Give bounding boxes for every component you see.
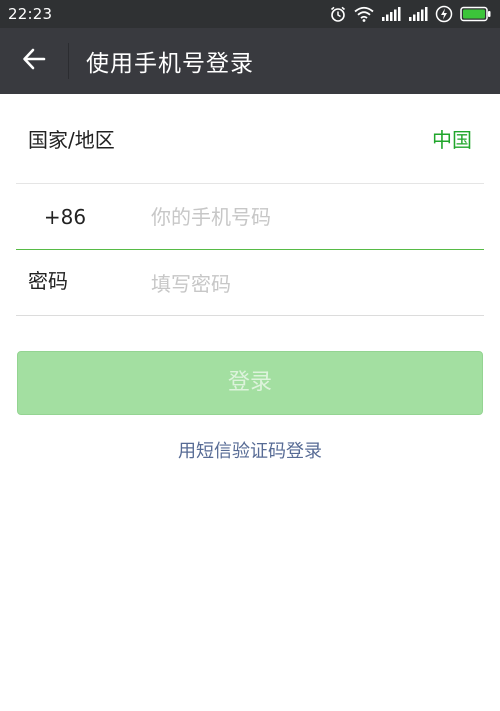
wifi-icon [354, 6, 374, 22]
status-icons [329, 5, 492, 23]
country-label: 国家/地区 [28, 128, 115, 152]
status-bar: 22:23 [0, 0, 500, 28]
status-time: 22:23 [8, 5, 53, 23]
phone-country-code: +86 [43, 204, 87, 229]
back-button[interactable] [0, 28, 68, 94]
password-label: 密码 [28, 269, 68, 293]
arrow-left-icon [21, 46, 47, 76]
sms-login-link[interactable]: 用短信验证码登录 [0, 437, 500, 463]
signal-icon [408, 7, 428, 21]
page-title: 使用手机号登录 [86, 51, 254, 77]
country-region-row[interactable]: 国家/地区 中国 [16, 94, 484, 184]
alarm-icon [329, 5, 347, 23]
charging-icon [435, 5, 453, 23]
app-bar-divider [68, 43, 69, 79]
phone-row: +86 [16, 184, 484, 250]
country-value: 中国 [432, 128, 472, 152]
signal-icon [381, 7, 401, 21]
app-bar: 使用手机号登录 [0, 28, 500, 94]
password-input[interactable] [114, 263, 484, 304]
password-row: 密码 [16, 250, 484, 316]
phone-input[interactable] [114, 196, 484, 237]
login-button[interactable]: 登录 [17, 351, 483, 415]
battery-icon [460, 6, 492, 22]
